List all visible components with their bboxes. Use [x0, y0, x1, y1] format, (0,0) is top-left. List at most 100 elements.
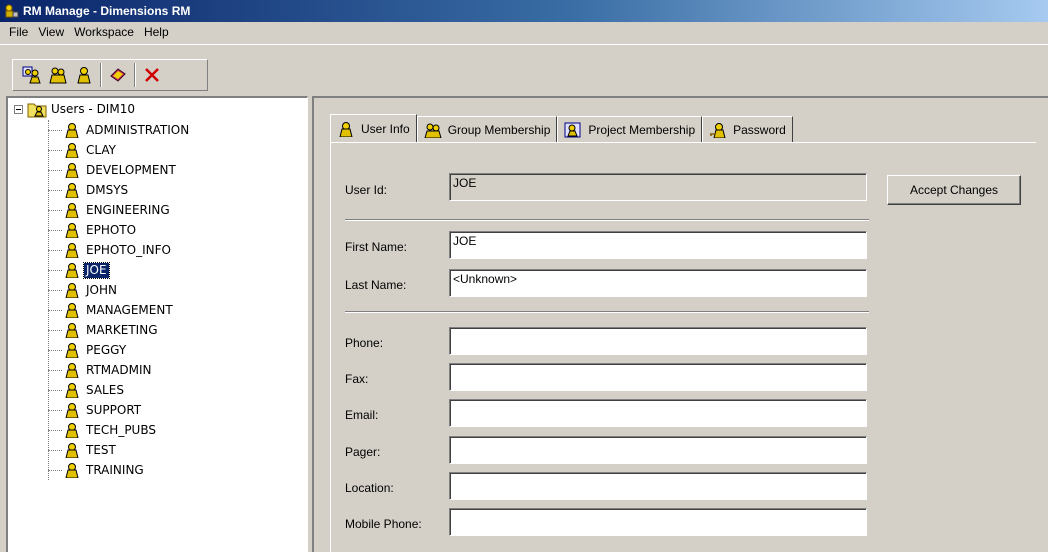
- tree-item-rtmadmin[interactable]: RTMADMIN: [48, 360, 153, 380]
- tree-item-development[interactable]: DEVELOPMENT: [48, 160, 178, 180]
- tree-item-administration[interactable]: ADMINISTRATION: [48, 120, 191, 140]
- toolbar: [0, 44, 1048, 92]
- user-icon: [65, 243, 79, 258]
- project-icon: [564, 122, 581, 137]
- user-id-label: User Id:: [345, 183, 388, 197]
- tree-item-label: JOHN: [86, 282, 117, 297]
- key-user-icon: [710, 122, 726, 138]
- tree-item-label: RTMADMIN: [86, 362, 152, 377]
- folder-users-icon: [27, 103, 47, 118]
- tree-item-label: PEGGY: [86, 342, 127, 357]
- users-tree[interactable]: Users - DIM10 ADMINISTRATION CLAY DEVELO…: [6, 96, 308, 552]
- tree-item-label: ENGINEERING: [86, 202, 170, 217]
- menu-bar: File View Workspace Help: [0, 22, 1048, 42]
- mobile-phone-field[interactable]: [449, 508, 867, 536]
- user-pair-icon: [49, 67, 67, 84]
- user-icon: [65, 143, 79, 158]
- user-group-button[interactable]: [19, 62, 45, 88]
- user-icon: [339, 121, 353, 137]
- tree-item-tech-pubs[interactable]: TECH_PUBS: [48, 420, 158, 440]
- delete-x-icon: [145, 68, 159, 82]
- fax-label: Fax:: [345, 372, 369, 386]
- first-name-field[interactable]: JOE: [449, 231, 867, 259]
- book-icon: [110, 68, 126, 82]
- menu-help[interactable]: Help: [139, 23, 174, 41]
- mobile-phone-label: Mobile Phone:: [345, 517, 422, 531]
- tree-root[interactable]: Users - DIM10: [14, 100, 135, 118]
- tree-item-training[interactable]: TRAINING: [48, 460, 146, 480]
- tree-item-peggy[interactable]: PEGGY: [48, 340, 128, 360]
- tree-item-label: SALES: [86, 382, 124, 397]
- tree-item-ephoto-info[interactable]: EPHOTO_INFO: [48, 240, 173, 260]
- user-icon: [65, 343, 79, 358]
- collapse-icon[interactable]: [14, 104, 23, 114]
- user-detail-panel: User Info Group Membership Project Membe…: [312, 96, 1048, 552]
- tree-item-label: EPHOTO: [86, 222, 137, 237]
- pager-field[interactable]: [449, 436, 867, 464]
- user-icon: [65, 123, 79, 138]
- tree-item-label: CLAY: [86, 142, 116, 157]
- tree-item-sales[interactable]: SALES: [48, 380, 126, 400]
- book-button[interactable]: [105, 62, 131, 88]
- location-label: Location:: [345, 481, 394, 495]
- tree-item-label: TEST: [86, 442, 116, 457]
- accept-changes-button[interactable]: Accept Changes: [887, 175, 1021, 205]
- tree-item-label: DEVELOPMENT: [86, 162, 176, 177]
- phone-label: Phone:: [345, 336, 384, 350]
- user-icon: [65, 323, 79, 338]
- tab-user-info[interactable]: User Info: [330, 114, 417, 142]
- menu-view[interactable]: View: [33, 23, 69, 41]
- tree-item-marketing[interactable]: MARKETING: [48, 320, 160, 340]
- tree-item-joe[interactable]: JOE: [48, 260, 110, 280]
- user-icon: [65, 183, 79, 198]
- tree-item-john[interactable]: JOHN: [48, 280, 119, 300]
- user-icon: [65, 383, 79, 398]
- user-icon: [65, 283, 79, 298]
- tree-item-ephoto[interactable]: EPHOTO: [48, 220, 138, 240]
- user-info-tab-body: User Id: JOE Accept Changes First Name: …: [330, 142, 1036, 552]
- menu-workspace[interactable]: Workspace: [69, 23, 139, 41]
- tree-item-label: DMSYS: [86, 182, 129, 197]
- last-name-label: Last Name:: [345, 278, 407, 292]
- user-icon: [77, 67, 91, 84]
- tree-item-label: EPHOTO_INFO: [86, 242, 171, 257]
- first-name-label: First Name:: [345, 240, 408, 254]
- toolbar-band: [12, 59, 208, 91]
- last-name-field[interactable]: <Unknown>: [449, 269, 867, 297]
- user-group-icon: [424, 123, 442, 138]
- tree-item-label: ADMINISTRATION: [86, 122, 190, 137]
- location-field[interactable]: [449, 472, 867, 500]
- window-title: RM Manage - Dimensions RM: [23, 4, 191, 18]
- tree-item-support[interactable]: SUPPORT: [48, 400, 143, 420]
- tree-item-label: MANAGEMENT: [86, 302, 173, 317]
- tab-group-membership[interactable]: Group Membership: [416, 116, 558, 142]
- email-field[interactable]: [449, 399, 867, 427]
- toolbar-separator-2: [134, 63, 136, 87]
- tab-project-membership[interactable]: Project Membership: [557, 116, 703, 142]
- tree-item-engineering[interactable]: ENGINEERING: [48, 200, 172, 220]
- phone-field[interactable]: [449, 327, 867, 355]
- tab-password[interactable]: Password: [702, 116, 793, 142]
- single-user-button[interactable]: [71, 62, 97, 88]
- user-icon: [65, 423, 79, 438]
- tree-item-dmsys[interactable]: DMSYS: [48, 180, 130, 200]
- tree-item-management[interactable]: MANAGEMENT: [48, 300, 175, 320]
- user-pair-button[interactable]: [45, 62, 71, 88]
- tree-item-label: TRAINING: [86, 462, 144, 477]
- tree-item-label: SUPPORT: [86, 402, 142, 417]
- tab-label: User Info: [361, 121, 410, 136]
- tree-item-label: MARKETING: [86, 322, 158, 337]
- email-label: Email:: [345, 408, 379, 422]
- user-icon: [65, 263, 79, 278]
- user-icon: [65, 303, 79, 318]
- divider-2: [345, 311, 869, 313]
- tree-item-label: TECH_PUBS: [86, 422, 156, 437]
- tree-root-label: Users - DIM10: [51, 102, 135, 116]
- menu-file[interactable]: File: [4, 23, 33, 41]
- fax-field[interactable]: [449, 363, 867, 391]
- delete-button[interactable]: [139, 62, 165, 88]
- tree-item-clay[interactable]: CLAY: [48, 140, 118, 160]
- tree-item-test[interactable]: TEST: [48, 440, 118, 460]
- user-icon: [65, 463, 79, 478]
- app-icon: [5, 4, 19, 18]
